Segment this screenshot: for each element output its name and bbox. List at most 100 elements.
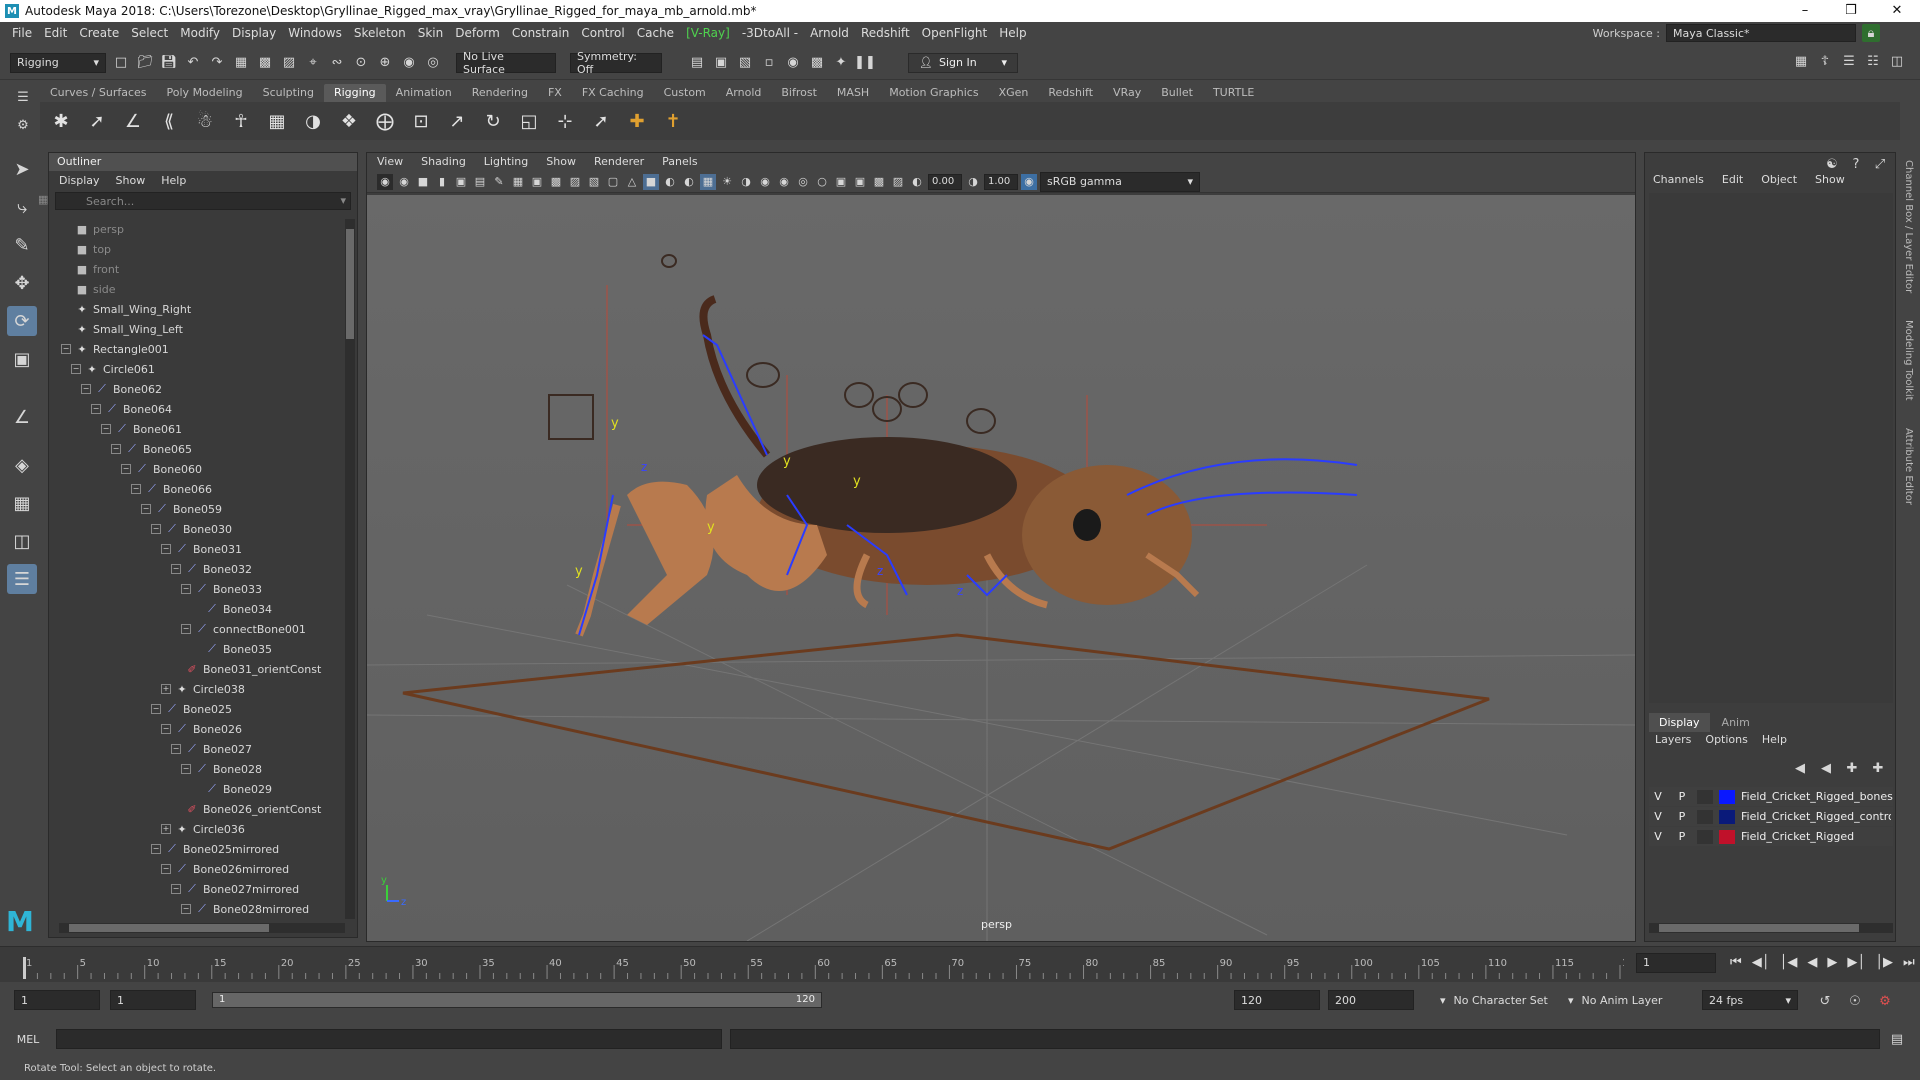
ik-spline-icon[interactable]: ∠ [120, 108, 146, 134]
tool-settings-toggle-icon[interactable]: ☷ [1864, 52, 1882, 70]
collapse-icon[interactable]: − [141, 504, 151, 514]
collapse-icon[interactable]: − [151, 524, 161, 534]
character-set-selector[interactable]: ▾ No Character Set [1440, 994, 1548, 1007]
shelf-tab-fx[interactable]: FX [538, 84, 572, 102]
menu-3dtoall[interactable]: -3DtoAll - [736, 26, 804, 40]
step-back-frame-icon[interactable]: │◀ [1780, 955, 1798, 970]
last-tool-icon[interactable]: ∠ [7, 402, 37, 432]
paint-weights-icon[interactable]: ◑ [300, 108, 326, 134]
open-scene-icon[interactable]: 📁︎ [136, 54, 154, 72]
textured-icon[interactable]: ▦ [700, 173, 716, 190]
four-view-icon[interactable]: ▦ [7, 488, 37, 518]
outliner-menu-show[interactable]: Show [116, 174, 146, 187]
viewport-3d-canvas[interactable]: y y y y y z z z y z persp [367, 195, 1635, 941]
go-to-start-icon[interactable]: ⏮︎ [1730, 955, 1742, 970]
exposure-icon[interactable]: ◐ [909, 174, 925, 190]
outliner-menu-help[interactable]: Help [161, 174, 186, 187]
menu-openflight[interactable]: OpenFlight [916, 26, 994, 40]
render-setup-icon[interactable]: ▩ [808, 54, 826, 72]
shelf-tab-custom[interactable]: Custom [654, 84, 716, 102]
new-layer-icon[interactable]: ✚ [1843, 759, 1861, 777]
shelf-tab-mash[interactable]: MASH [827, 84, 879, 102]
smooth-shade-icon[interactable]: ■ [643, 173, 659, 190]
layer-row[interactable]: V P Field_Cricket_Rigged_bones [1649, 787, 1893, 806]
shelf-tab-rigging[interactable]: Rigging [323, 84, 386, 102]
scale-constraint-icon[interactable]: ◱ [516, 108, 542, 134]
ipr-render-icon[interactable]: ▧ [736, 54, 754, 72]
outliner-row[interactable]: − ⟋ Bone025mirrored [49, 839, 345, 859]
menu-windows[interactable]: Windows [282, 26, 348, 40]
layer-color-swatch[interactable] [1719, 829, 1735, 844]
outliner-row[interactable]: ■ side [49, 279, 345, 299]
outliner-row[interactable]: − ⟋ Bone061 [49, 419, 345, 439]
outliner-row[interactable]: + ✦ Circle036 [49, 819, 345, 839]
outliner-row[interactable]: ■ persp [49, 219, 345, 239]
collapse-icon[interactable]: − [81, 384, 91, 394]
camera-attributes-icon[interactable]: ■ [415, 174, 431, 190]
use-all-lights-icon[interactable]: ☀ [719, 174, 735, 190]
scrollbar-thumb[interactable] [1659, 924, 1859, 932]
view-transform-dropdown[interactable]: sRGB gamma ▾ [1040, 171, 1200, 192]
loop-icon[interactable]: ↺ [1816, 992, 1834, 1010]
shelf-tab-arnold[interactable]: Arnold [716, 84, 772, 102]
outliner-row[interactable]: − ⟋ Bone028 [49, 759, 345, 779]
collapse-icon[interactable]: − [111, 444, 121, 454]
layer-type-toggle[interactable] [1697, 789, 1713, 804]
aim-constraint-icon[interactable]: ↗ [444, 108, 470, 134]
snap-grid-icon[interactable]: ⌖ [304, 54, 322, 72]
snap-surface-icon[interactable]: ◉ [400, 54, 418, 72]
sign-in-button[interactable]: 👤︎ Sign In ▾ [908, 52, 1018, 73]
render-view-icon[interactable]: ▤ [688, 54, 706, 72]
outliner-row[interactable]: − ✦ Circle061 [49, 359, 345, 379]
save-scene-icon[interactable]: 💾︎ [160, 54, 178, 72]
channel-box-toggle-icon[interactable]: ◫ [1888, 52, 1906, 70]
layer-menu-help[interactable]: Help [1762, 733, 1787, 746]
play-forward-icon[interactable]: ▶ [1827, 955, 1837, 970]
outliner-row[interactable]: − ⟋ Bone031 [49, 539, 345, 559]
cb-menu-show[interactable]: Show [1815, 173, 1845, 186]
move-layer-down-icon[interactable]: ◀ [1817, 759, 1835, 777]
step-forward-frame-icon[interactable]: ▶│ [1847, 955, 1865, 970]
outliner-row[interactable]: − ⟋ Bone065 [49, 439, 345, 459]
layer-menu-layers[interactable]: Layers [1655, 733, 1691, 746]
cb-menu-object[interactable]: Object [1761, 173, 1797, 186]
bookmark-icon[interactable]: ▮ [434, 174, 450, 190]
current-frame-field[interactable]: 1 [1636, 953, 1716, 973]
collapse-icon[interactable]: − [161, 724, 171, 734]
outliner-row[interactable]: − ⟋ Bone025 [49, 699, 345, 719]
outliner-row[interactable]: ⟋ Bone029 [49, 779, 345, 799]
collapse-icon[interactable]: − [171, 884, 181, 894]
chevron-down-icon[interactable]: ▾ [340, 194, 346, 207]
anim-preferences-icon[interactable]: ⚙︎ [1876, 992, 1894, 1010]
vp-menu-shading[interactable]: Shading [421, 155, 466, 169]
layer-visibility-toggle[interactable]: V [1649, 810, 1667, 823]
shelf-tab-turtle[interactable]: TURTLE [1203, 84, 1264, 102]
field-chart-icon[interactable]: ▧ [586, 174, 602, 190]
range-slider[interactable]: 1 120 [212, 992, 822, 1008]
side-tab-channel-box[interactable]: Channel Box / Layer Editor [1903, 160, 1914, 293]
outliner-row[interactable]: − ⟋ Bone064 [49, 399, 345, 419]
menu-arnold[interactable]: Arnold [804, 26, 855, 40]
layer-playback-toggle[interactable]: P [1673, 810, 1691, 823]
layer-playback-toggle[interactable]: P [1673, 830, 1691, 843]
move-layer-up-icon[interactable]: ◀ [1791, 759, 1809, 777]
timeline-track[interactable]: 1 5 10 15 20 25 30 35 40 45 50 55 60 65 70 75 80 85 90 95 10… [20, 957, 1641, 979]
collapse-icon[interactable]: − [161, 864, 171, 874]
quick-rig-icon[interactable]: ☃ [192, 108, 218, 134]
shelf-tab-redshift[interactable]: Redshift [1038, 84, 1103, 102]
vp-menu-panels[interactable]: Panels [662, 155, 697, 169]
outliner-row[interactable]: + ✦ Circle038 [49, 679, 345, 699]
close-button[interactable]: ✕ [1874, 0, 1920, 22]
outliner-row[interactable]: − ⟋ Bone027mirrored [49, 879, 345, 899]
cb-menu-edit[interactable]: Edit [1722, 173, 1743, 186]
attribute-editor-toggle-icon[interactable]: ☰ [1840, 52, 1858, 70]
depth-of-field-icon[interactable]: ○ [814, 174, 830, 190]
locator-icon[interactable]: ✚ [624, 108, 650, 134]
symmetry-dropdown[interactable]: Symmetry: Off [570, 50, 662, 76]
side-tab-attribute-editor[interactable]: Attribute Editor [1903, 428, 1914, 505]
menu-control[interactable]: Control [575, 26, 630, 40]
outliner-row[interactable]: − ⟋ connectBone001 [49, 619, 345, 639]
collapse-icon[interactable]: − [91, 404, 101, 414]
new-scene-icon[interactable]: □ [112, 54, 130, 72]
layer-row[interactable]: V P Field_Cricket_Rigged_controllers [1649, 807, 1893, 826]
